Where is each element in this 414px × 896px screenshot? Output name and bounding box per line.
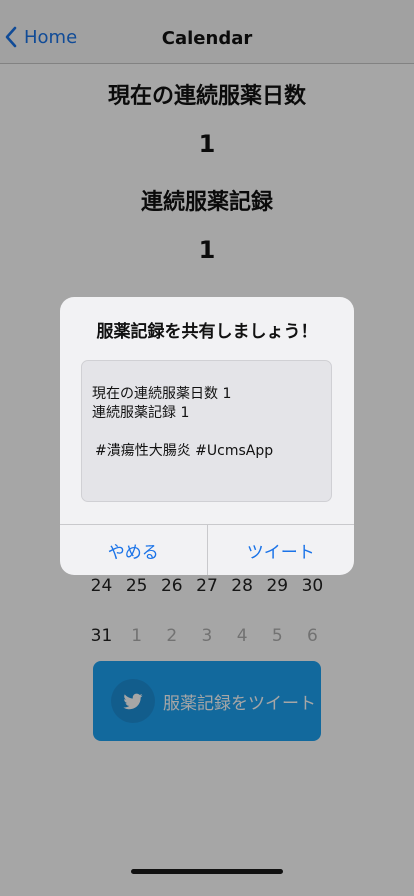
cancel-button[interactable]: やめる bbox=[60, 525, 207, 575]
share-dialog: 服薬記録を共有しましょう！ 現在の連続服薬日数 1 連続服薬記録 1 #潰瘍性大… bbox=[60, 297, 354, 575]
message-hashtags: #潰瘍性大腸炎 #UcmsApp bbox=[95, 443, 274, 459]
tweet-button[interactable]: ツイート bbox=[206, 525, 355, 575]
message-line: 連続服薬記録 1 bbox=[92, 405, 190, 421]
dialog-actions: やめる ツイート bbox=[60, 524, 354, 575]
dialog-title: 服薬記録を共有しましょう！ bbox=[96, 322, 318, 342]
share-text-field[interactable]: 現在の連続服薬日数 1 連続服薬記録 1 #潰瘍性大腸炎 #UcmsApp bbox=[81, 360, 332, 502]
home-indicator bbox=[131, 869, 283, 874]
message-line: 現在の連続服薬日数 1 bbox=[92, 386, 232, 402]
